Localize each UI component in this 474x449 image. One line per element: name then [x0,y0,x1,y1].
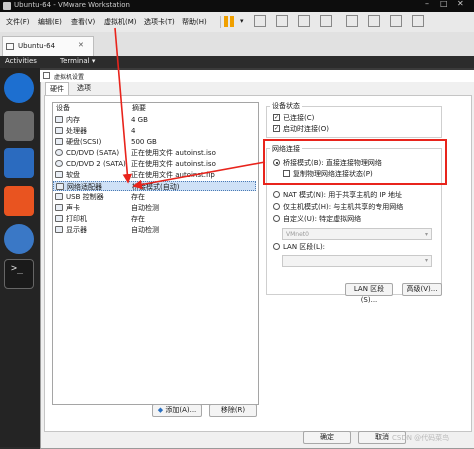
annotation-arrow-network [132,161,266,190]
annotation-arrow-menu [114,27,133,184]
annotation-overlay [114,27,266,190]
